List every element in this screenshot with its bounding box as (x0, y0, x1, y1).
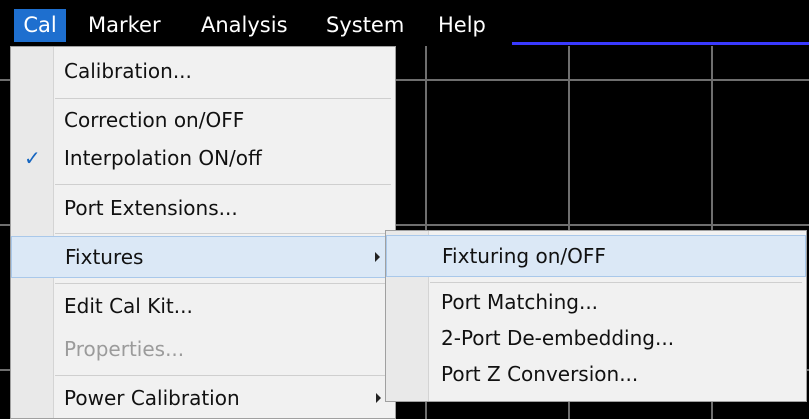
submenu-item-port-matching[interactable]: Port Matching... (386, 284, 806, 320)
menu-separator (55, 184, 391, 185)
menu-item-label: 2-Port De-embedding... (441, 326, 675, 350)
menu-separator (55, 98, 391, 99)
menu-item-label: Edit Cal Kit... (64, 294, 193, 318)
menu-item-label: Port Extensions... (64, 196, 238, 220)
menu-analysis[interactable]: Analysis (201, 9, 288, 42)
menu-marker[interactable]: Marker (88, 9, 161, 42)
submenu-item-port-z-conversion[interactable]: Port Z Conversion... (386, 356, 806, 392)
submenu-item-2port-de-embedding[interactable]: 2-Port De-embedding... (386, 320, 806, 356)
menu-item-power-calibration[interactable]: Power Calibration (11, 378, 395, 418)
menu-item-label: Fixtures (65, 245, 144, 269)
menu-separator (430, 282, 802, 283)
menu-item-label: Power Calibration (64, 386, 240, 410)
menu-item-calibration[interactable]: Calibration... (11, 51, 395, 91)
menu-separator (55, 233, 391, 234)
menu-item-label: Fixturing on/OFF (442, 244, 606, 268)
menu-item-label: Properties... (64, 337, 185, 361)
menu-item-port-extensions[interactable]: Port Extensions... (11, 188, 395, 229)
menu-item-edit-cal-kit[interactable]: Edit Cal Kit... (11, 286, 395, 327)
menu-system[interactable]: System (326, 9, 404, 42)
menu-help[interactable]: Help (438, 9, 486, 42)
menu-item-interpolation[interactable]: ✓ Interpolation ON/off (11, 138, 395, 178)
menu-separator (55, 283, 391, 284)
menu-cal[interactable]: Cal (14, 9, 66, 42)
menu-item-label: Correction on/OFF (64, 108, 245, 132)
checkmark-icon: ✓ (24, 146, 41, 170)
menu-item-label: Interpolation ON/off (64, 146, 262, 170)
menubar-underline (512, 42, 809, 45)
cal-dropdown-menu: Calibration... Correction on/OFF ✓ Inter… (10, 46, 396, 419)
menu-bar: Cal Marker Analysis System Help (0, 0, 809, 46)
menu-item-label: Port Z Conversion... (441, 362, 639, 386)
menu-item-label: Calibration... (64, 59, 192, 83)
menu-item-correction[interactable]: Correction on/OFF (11, 102, 395, 138)
menu-item-fixtures[interactable]: Fixtures (11, 236, 395, 278)
fixtures-submenu: Fixturing on/OFF Port Matching... 2-Port… (385, 230, 807, 402)
submenu-item-fixturing[interactable]: Fixturing on/OFF (386, 235, 806, 277)
menu-separator (55, 375, 391, 376)
menu-item-properties: Properties... (11, 328, 395, 370)
menu-item-label: Port Matching... (441, 290, 599, 314)
submenu-arrow-icon (376, 393, 381, 403)
submenu-arrow-icon (375, 252, 380, 262)
